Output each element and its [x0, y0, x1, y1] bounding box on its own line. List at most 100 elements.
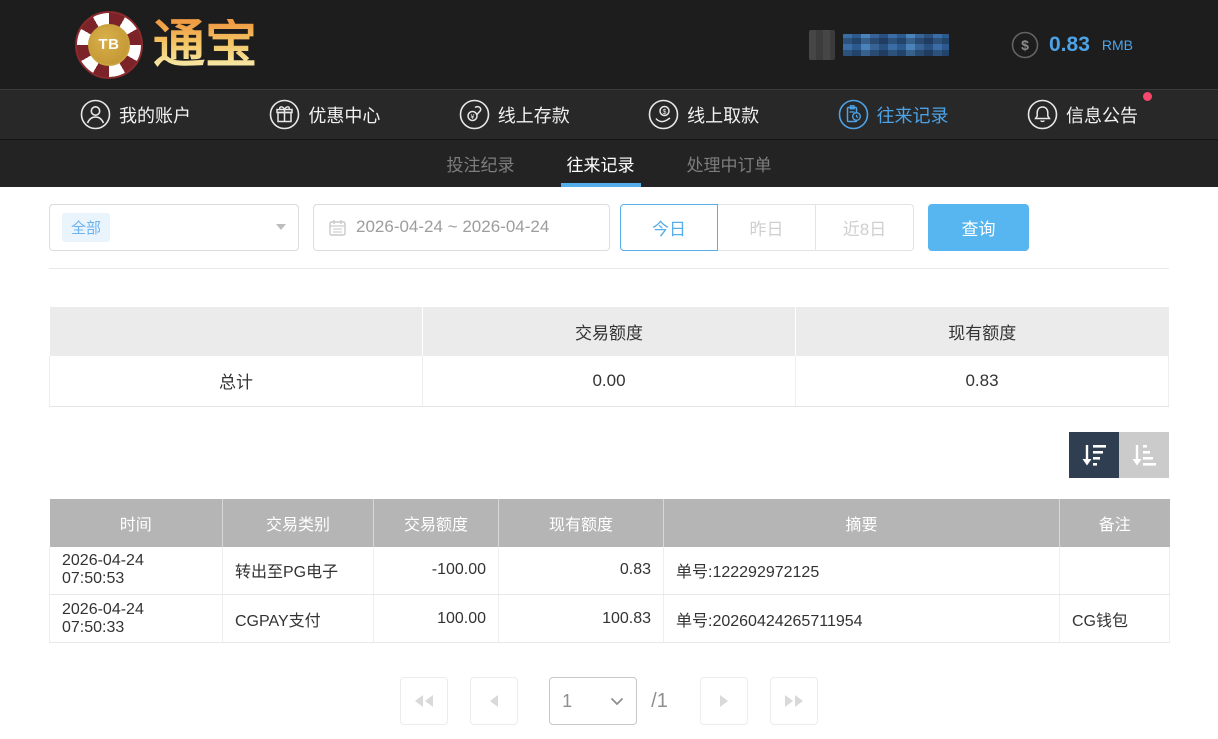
page-total-label: /1 [651, 690, 668, 713]
double-right-arrow-icon [783, 693, 805, 709]
svg-text:¥: ¥ [470, 114, 474, 121]
table-row: 2026-04-24 07:50:33 CGPAY支付 100.00 100.8… [50, 595, 1170, 643]
main-nav: 我的账户 优惠中心 ¥ 线上存款 $ 线上取款 往来记录 信息公告 [0, 89, 1218, 140]
brand-logo[interactable]: TB 通宝 [75, 11, 257, 79]
cell-balance: 0.83 [499, 547, 664, 595]
balance-currency: RMB [1102, 37, 1133, 53]
query-button[interactable]: 查询 [928, 204, 1029, 251]
sort-ascending-icon [1130, 442, 1158, 468]
balance-amount: 0.83 [1049, 33, 1090, 57]
nav-item-transaction-records[interactable]: 往来记录 [838, 99, 949, 130]
previous-page-button[interactable] [470, 677, 518, 725]
records-table: 时间 交易类别 交易额度 现有额度 摘要 备注 2026-04-24 07:50… [49, 499, 1170, 644]
summary-total-label: 总计 [50, 356, 423, 406]
sort-controls [49, 432, 1169, 478]
right-arrow-icon [718, 693, 730, 709]
nav-label: 线上取款 [687, 102, 759, 128]
balance-display[interactable]: $ 0.83 RMB [1011, 31, 1133, 59]
tab-pending-orders[interactable]: 处理中订单 [673, 140, 786, 187]
records-header-row: 时间 交易类别 交易额度 现有额度 摘要 备注 [50, 499, 1170, 547]
type-selected-chip: 全部 [62, 213, 110, 242]
user-icon [80, 99, 111, 130]
first-page-button[interactable] [400, 677, 448, 725]
sort-ascending-button[interactable] [1119, 432, 1169, 478]
nav-label: 信息公告 [1066, 102, 1138, 128]
tab-transaction-records[interactable]: 往来记录 [553, 140, 649, 187]
filter-row: 全部 2026-04-24 ~ 2026-04-24 今日 昨日 近8日 查询 [49, 203, 1169, 251]
user-account[interactable] [809, 30, 949, 60]
date-range-value: 2026-04-24 ~ 2026-04-24 [356, 217, 549, 237]
double-left-arrow-icon [413, 693, 435, 709]
summary-table: 交易额度 现有额度 总计 0.00 0.83 [49, 307, 1169, 407]
left-arrow-icon [488, 693, 500, 709]
header-type: 交易类别 [223, 499, 374, 547]
bell-icon [1027, 99, 1058, 130]
header-balance: 现有额度 [499, 499, 664, 547]
cell-balance: 100.83 [499, 595, 664, 643]
today-button[interactable]: 今日 [620, 204, 718, 251]
yesterday-button[interactable]: 昨日 [718, 204, 816, 251]
username-redacted [843, 34, 949, 56]
cell-note: CG钱包 [1060, 595, 1170, 643]
summary-header-transaction: 交易额度 [423, 307, 796, 356]
nav-item-withdraw[interactable]: $ 线上取款 [648, 99, 759, 130]
last-page-button[interactable] [770, 677, 818, 725]
sort-descending-button[interactable] [1069, 432, 1119, 478]
cell-summary: 单号:20260424265711954 [664, 595, 1060, 643]
divider [49, 268, 1169, 269]
top-header: TB 通宝 $ 0.83 RMB [0, 0, 1218, 89]
page-select[interactable]: 1 [549, 677, 637, 725]
cell-type: CGPAY支付 [223, 595, 374, 643]
pagination: 1 /1 [49, 677, 1169, 725]
nav-label: 我的账户 [119, 102, 191, 128]
summary-current-amount: 0.83 [796, 356, 1169, 406]
header-time: 时间 [50, 499, 223, 547]
header-note: 备注 [1060, 499, 1170, 547]
last-8-days-button[interactable]: 近8日 [816, 204, 914, 251]
chip-badge: TB [99, 36, 120, 53]
cell-time: 2026-04-24 07:50:53 [50, 547, 223, 595]
deposit-icon: ¥ [459, 99, 490, 130]
avatar [809, 30, 835, 60]
records-icon [838, 99, 869, 130]
sub-tab-bar: 投注纪录 往来记录 处理中订单 [0, 140, 1218, 187]
brand-name: 通宝 [153, 19, 257, 71]
summary-row: 总计 0.00 0.83 [50, 356, 1169, 406]
sort-descending-icon [1080, 442, 1108, 468]
header-amount: 交易额度 [374, 499, 499, 547]
cell-note [1060, 547, 1170, 595]
withdraw-icon: $ [648, 99, 679, 130]
tab-bet-records[interactable]: 投注纪录 [433, 140, 529, 187]
nav-label: 优惠中心 [308, 102, 380, 128]
notification-dot [1143, 92, 1152, 101]
gift-icon [269, 99, 300, 130]
next-page-button[interactable] [700, 677, 748, 725]
cell-time: 2026-04-24 07:50:33 [50, 595, 223, 643]
svg-text:$: $ [663, 109, 667, 116]
svg-text:$: $ [1021, 37, 1029, 53]
cell-type: 转出至PG电子 [223, 547, 374, 595]
coin-icon: $ [1011, 31, 1039, 59]
nav-item-my-account[interactable]: 我的账户 [80, 99, 191, 130]
nav-item-deposit[interactable]: ¥ 线上存款 [459, 99, 570, 130]
poker-chip-icon: TB [75, 11, 143, 79]
type-select[interactable]: 全部 [49, 204, 299, 251]
nav-item-announcements[interactable]: 信息公告 [1027, 99, 1138, 130]
table-row: 2026-04-24 07:50:53 转出至PG电子 -100.00 0.83… [50, 547, 1170, 595]
summary-header-blank [50, 307, 423, 356]
cell-amount: -100.00 [374, 547, 499, 595]
date-range-input[interactable]: 2026-04-24 ~ 2026-04-24 [313, 204, 610, 251]
chevron-down-icon [276, 224, 286, 230]
page-select-value: 1 [562, 691, 572, 712]
nav-item-promotions[interactable]: 优惠中心 [269, 99, 380, 130]
calendar-icon [328, 218, 347, 237]
header-summary: 摘要 [664, 499, 1060, 547]
summary-header-balance: 现有额度 [796, 307, 1169, 356]
nav-label: 线上存款 [498, 102, 570, 128]
summary-transaction-amount: 0.00 [423, 356, 796, 406]
cell-summary: 单号:122292972125 [664, 547, 1060, 595]
chevron-down-icon [610, 697, 624, 706]
quick-date-group: 今日 昨日 近8日 [620, 204, 914, 251]
cell-amount: 100.00 [374, 595, 499, 643]
nav-label: 往来记录 [877, 102, 949, 128]
